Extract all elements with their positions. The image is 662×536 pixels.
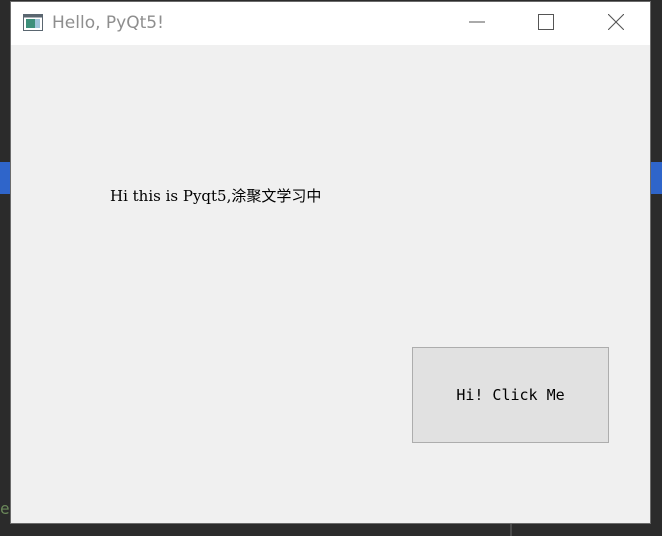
click-me-button[interactable]: Hi! Click Me (412, 347, 609, 443)
close-button[interactable] (593, 2, 639, 45)
editor-divider (510, 524, 512, 536)
app-window: Hello, PyQt5! Hi this is Pyqt5,涂聚文学习中 Hi… (10, 1, 651, 524)
minimize-button[interactable] (454, 2, 500, 45)
greeting-label: Hi this is Pyqt5,涂聚文学习中 (110, 187, 322, 205)
minimize-icon (469, 14, 485, 34)
maximize-icon (538, 13, 554, 34)
window-client-area: Hi this is Pyqt5,涂聚文学习中 Hi! Click Me (11, 45, 650, 523)
maximize-button[interactable] (523, 2, 569, 45)
title-bar[interactable]: Hello, PyQt5! (11, 2, 650, 45)
editor-code-fragment: e (0, 499, 10, 518)
qt-window-icon (23, 14, 43, 31)
window-title: Hello, PyQt5! (52, 13, 164, 33)
close-icon (607, 13, 625, 34)
